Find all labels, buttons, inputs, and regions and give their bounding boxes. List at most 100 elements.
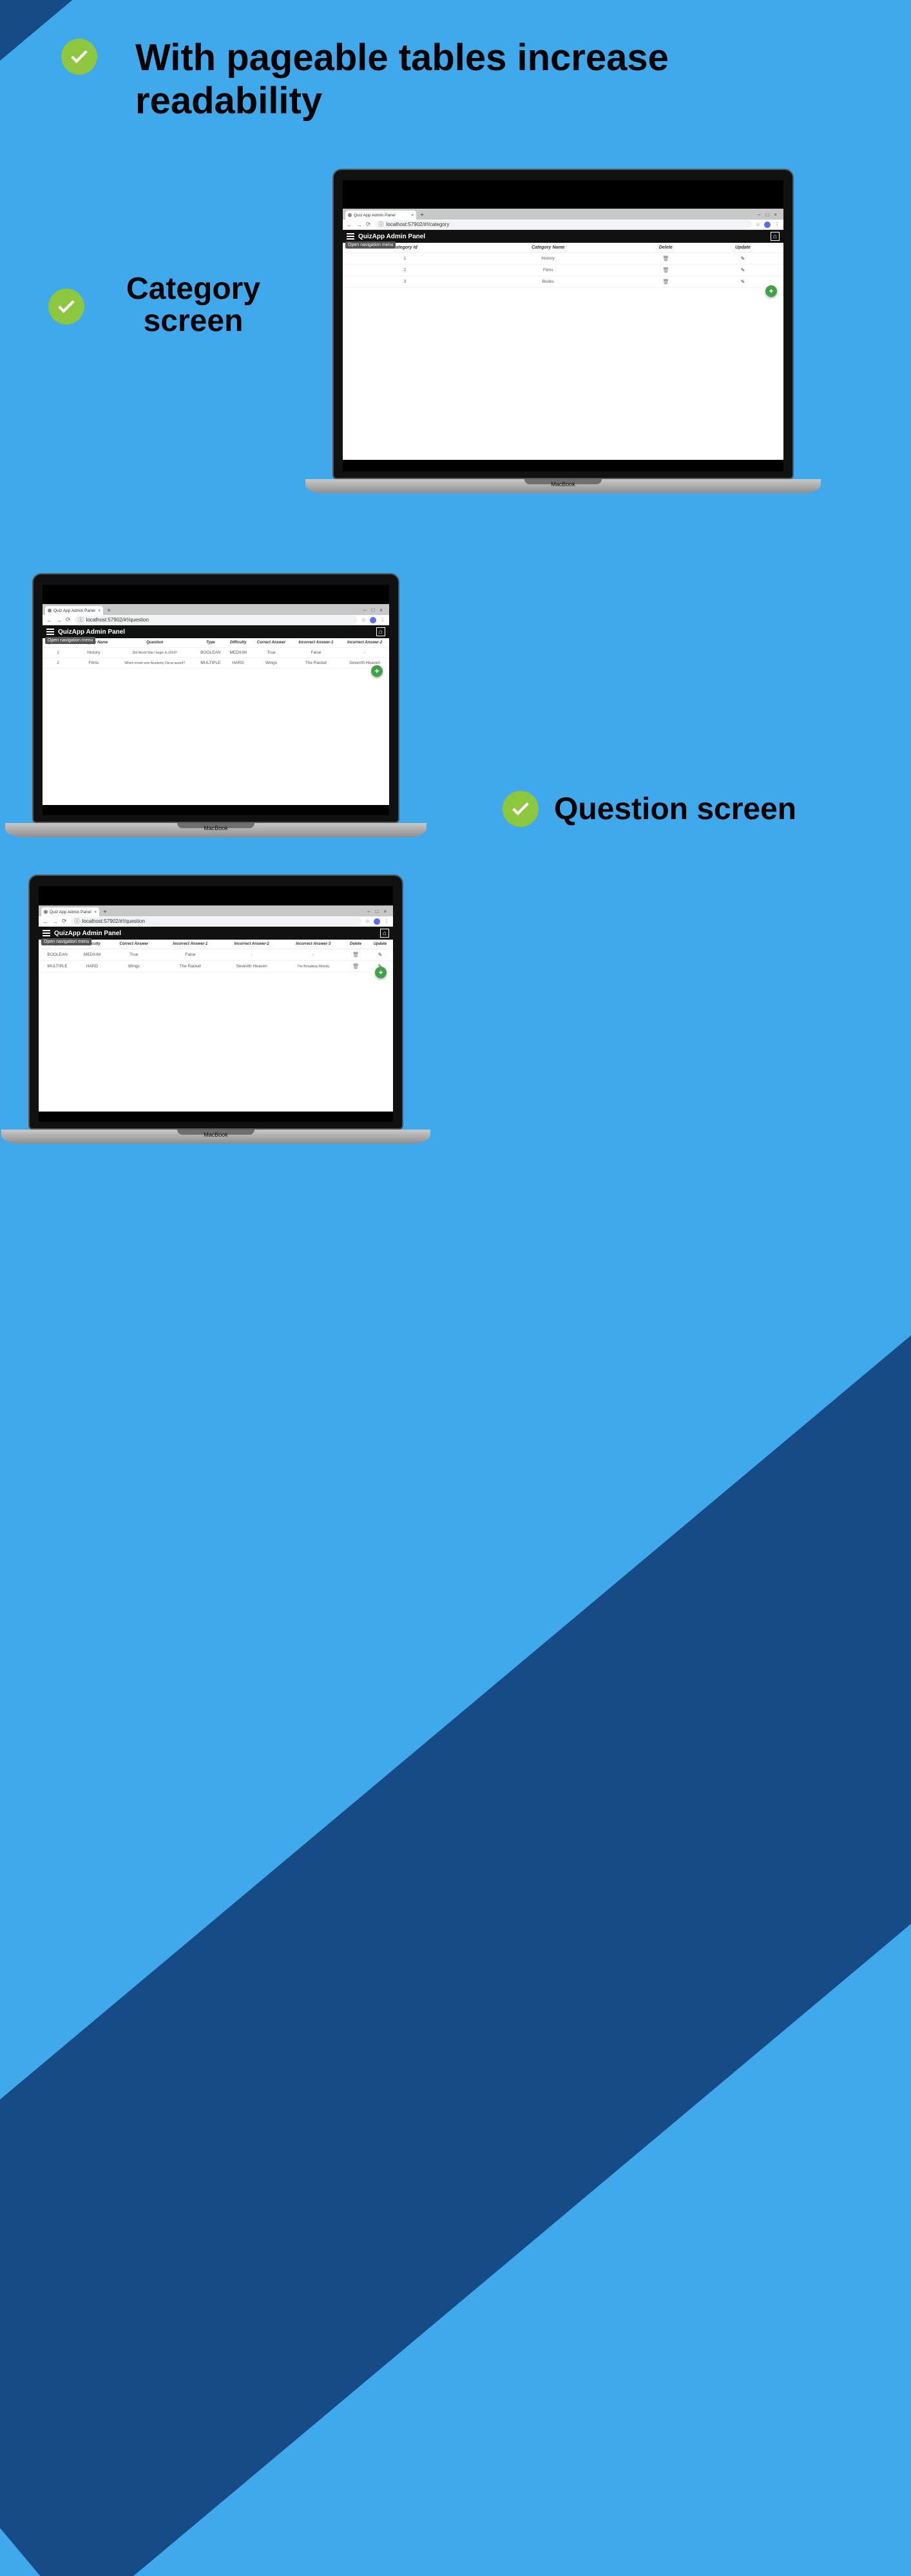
- browser-menu-icon[interactable]: ⋮: [774, 222, 780, 227]
- col-inc2: Incorrect Answer-2: [221, 940, 282, 949]
- pencil-icon[interactable]: ✎: [741, 256, 745, 261]
- window-maximize[interactable]: □: [375, 909, 378, 914]
- hamburger-menu-icon[interactable]: [43, 929, 50, 937]
- trash-icon[interactable]: 🗑: [662, 279, 669, 285]
- hamburger-tooltip: Open navigation menu: [45, 637, 95, 644]
- address-bar[interactable]: ⓘ localhost:57902/#!/question: [71, 917, 361, 925]
- window-maximize[interactable]: □: [371, 607, 374, 613]
- add-fab-button[interactable]: +: [375, 967, 387, 978]
- cell: MULTIPLE: [39, 961, 76, 972]
- tab-close-icon[interactable]: ×: [411, 213, 414, 218]
- nav-reload-icon[interactable]: ⟳: [366, 221, 371, 228]
- question-section-label: Question screen: [554, 793, 796, 826]
- cell-id: 2: [343, 265, 467, 276]
- nav-reload-icon[interactable]: ⟳: [62, 918, 67, 925]
- col-inc1: Incorrect Answer-1: [160, 940, 221, 949]
- checkmark-icon: [503, 791, 539, 827]
- browser-menu-icon[interactable]: ⋮: [384, 918, 389, 924]
- new-tab-button[interactable]: +: [101, 908, 109, 916]
- nav-back-icon[interactable]: ←: [46, 617, 52, 623]
- app-title: QuizApp Admin Panel: [58, 629, 125, 636]
- browser-tab[interactable]: Quiz App Admin Panel ×: [345, 211, 416, 220]
- bookmark-star-icon[interactable]: ☆: [361, 617, 366, 623]
- address-bar[interactable]: ⓘ localhost:57902/#!/category: [375, 220, 752, 229]
- tab-title: Quiz App Admin Panel: [50, 910, 91, 914]
- category-label-line2: screen: [103, 305, 283, 337]
- plus-icon: +: [769, 287, 773, 296]
- new-tab-button[interactable]: +: [105, 607, 113, 614]
- bookmark-star-icon[interactable]: ☆: [365, 918, 370, 924]
- trash-icon[interactable]: 🗑: [662, 267, 669, 273]
- trash-icon[interactable]: 🗑: [352, 952, 359, 958]
- window-close[interactable]: ×: [379, 607, 383, 613]
- category-label-line1: Category: [103, 273, 283, 305]
- add-fab-button[interactable]: +: [371, 665, 383, 677]
- col-inc3: Incorrect Answer-3: [282, 940, 343, 949]
- bookmark-star-icon[interactable]: ☆: [756, 222, 760, 227]
- site-info-icon: ⓘ: [75, 918, 80, 925]
- cell: BOOLEAN: [196, 648, 225, 658]
- window-minimize[interactable]: –: [363, 607, 366, 613]
- col-delete: Delete: [344, 940, 367, 949]
- hamburger-menu-icon[interactable]: [46, 628, 54, 636]
- home-icon[interactable]: ⌂: [380, 929, 389, 938]
- add-fab-button[interactable]: +: [765, 285, 777, 297]
- hamburger-menu-icon[interactable]: [347, 232, 354, 240]
- nav-forward-icon[interactable]: →: [52, 918, 58, 925]
- cell: -: [340, 648, 389, 658]
- home-icon[interactable]: ⌂: [376, 627, 385, 636]
- table-row: MULTIPLE HARD Wings The Racket Seventh H…: [39, 961, 393, 972]
- app-title: QuizApp Admin Panel: [358, 233, 425, 240]
- window-minimize[interactable]: –: [367, 909, 370, 914]
- tab-close-icon[interactable]: ×: [98, 609, 101, 613]
- col-inc2: Incorrect Answer-2: [340, 638, 389, 648]
- profile-avatar-icon[interactable]: [370, 617, 376, 623]
- tab-close-icon[interactable]: ×: [94, 910, 97, 914]
- hamburger-tooltip: Open navigation menu: [345, 242, 396, 249]
- tab-title: Quiz App Admin Panel: [53, 609, 95, 613]
- cell-name: History: [467, 253, 629, 265]
- browser-tab[interactable]: Quiz App Admin Panel ×: [41, 907, 99, 916]
- nav-forward-icon[interactable]: →: [56, 617, 62, 623]
- nav-forward-icon[interactable]: →: [356, 222, 362, 228]
- app-header: Open navigation menu QuizApp Admin Panel…: [39, 927, 393, 940]
- nav-reload-icon[interactable]: ⟳: [66, 616, 71, 623]
- pencil-icon[interactable]: ✎: [741, 267, 745, 273]
- trash-icon[interactable]: 🗑: [662, 256, 669, 261]
- cell: BOOLEAN: [39, 949, 76, 961]
- col-update: Update: [367, 940, 393, 949]
- browser-menu-icon[interactable]: ⋮: [380, 617, 385, 623]
- cell-name: Books: [467, 276, 629, 288]
- window-close[interactable]: ×: [383, 909, 387, 914]
- cell-id: 3: [343, 276, 467, 288]
- nav-back-icon[interactable]: ←: [43, 918, 48, 925]
- new-tab-button[interactable]: +: [418, 211, 426, 219]
- col-question: Question: [114, 638, 196, 648]
- home-icon[interactable]: ⌂: [771, 232, 780, 241]
- col-update: Update: [702, 243, 783, 253]
- col-inc1: Incorrect Answer-1: [292, 638, 341, 648]
- profile-avatar-icon[interactable]: [764, 222, 771, 228]
- cell: -: [282, 949, 343, 961]
- col-type: Type: [196, 638, 225, 648]
- cell: HARD: [225, 658, 251, 668]
- url-text: localhost:57902/#!/category: [387, 222, 450, 227]
- profile-avatar-icon[interactable]: [374, 918, 380, 925]
- nav-back-icon[interactable]: ←: [347, 222, 352, 228]
- browser-tab[interactable]: Quiz App Admin Panel ×: [45, 606, 103, 615]
- trash-icon[interactable]: 🗑: [352, 963, 359, 969]
- pencil-icon[interactable]: ✎: [741, 279, 745, 285]
- window-minimize[interactable]: –: [758, 212, 760, 218]
- window-close[interactable]: ×: [774, 212, 777, 218]
- cell: True: [251, 648, 291, 658]
- cell: The Broadway Melody: [282, 961, 343, 972]
- cell: The Racket: [160, 961, 221, 972]
- cell: -: [221, 949, 282, 961]
- window-maximize[interactable]: □: [765, 212, 769, 218]
- pencil-icon[interactable]: ✎: [378, 952, 383, 958]
- address-bar[interactable]: ⓘ localhost:57902/#!/question: [75, 616, 358, 624]
- col-correct: Correct Answer: [108, 940, 160, 949]
- cell: History: [73, 648, 114, 658]
- url-text: localhost:57902/#!/question: [82, 918, 145, 924]
- laptop-question-left: Quiz App Admin Panel × + – □ × ← →: [32, 573, 399, 837]
